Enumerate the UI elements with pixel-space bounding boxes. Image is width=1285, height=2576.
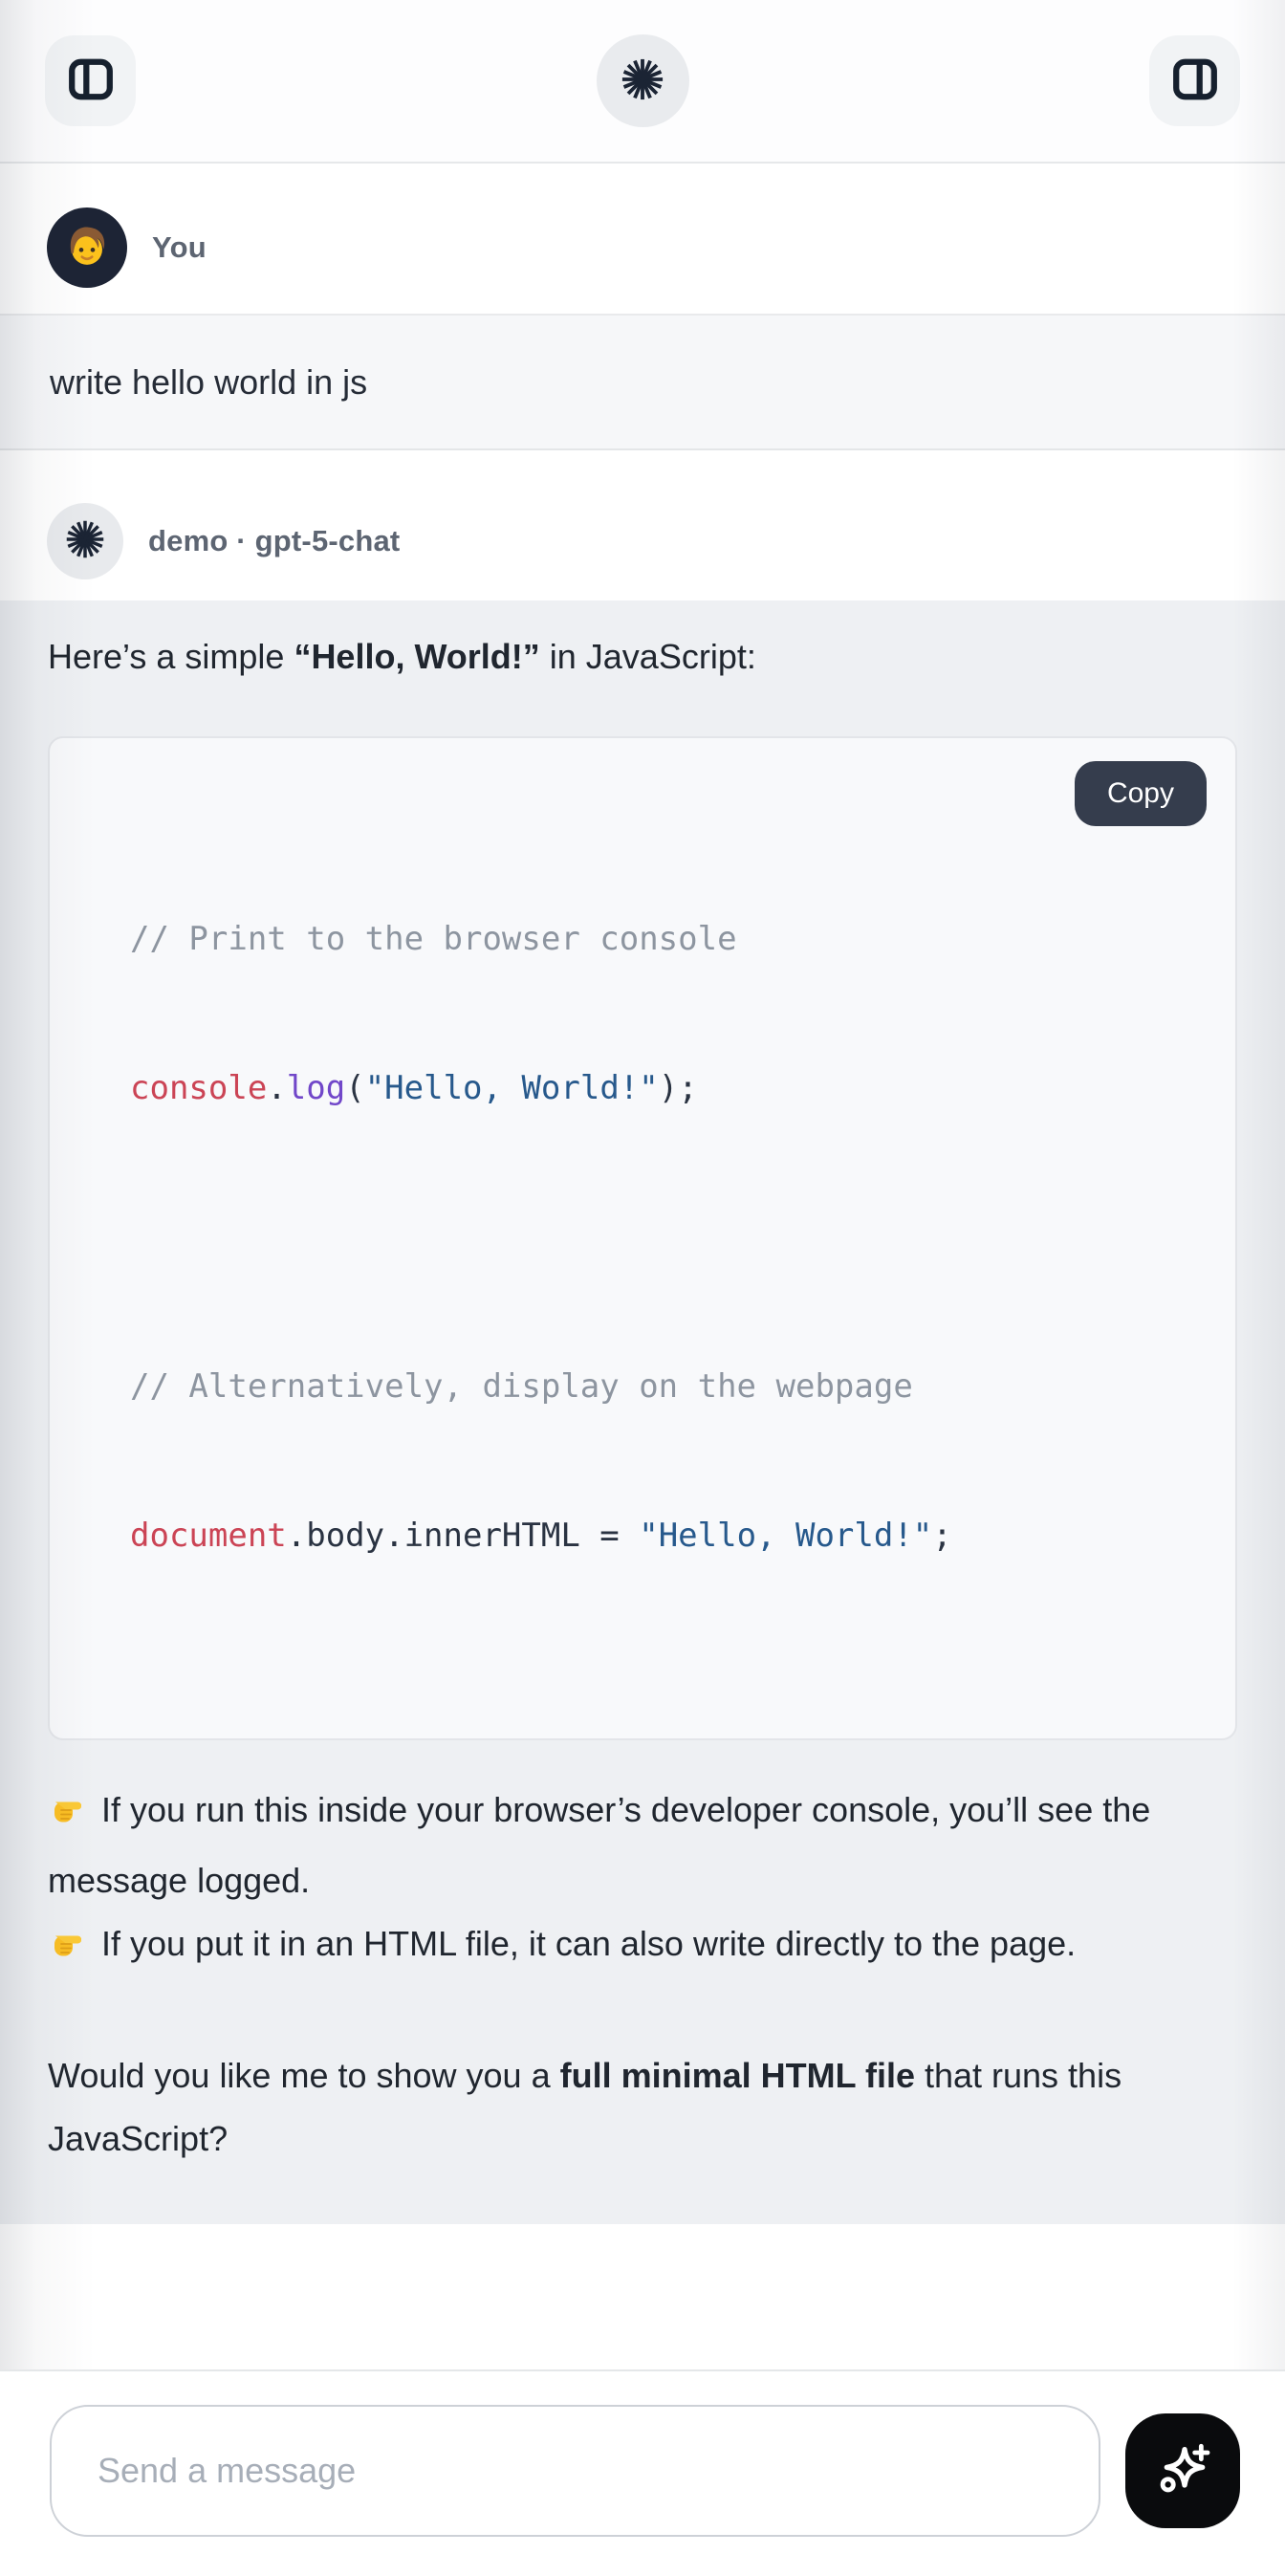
code-token: "Hello, World!" xyxy=(639,1517,932,1555)
followup-bold-text: full minimal HTML file xyxy=(560,2056,915,2095)
assistant-intro-paragraph: Here’s a simple “Hello, World!” in JavaS… xyxy=(48,635,1237,679)
starburst-icon xyxy=(65,519,105,564)
assistant-message: Here’s a simple “Hello, World!” in JavaS… xyxy=(0,600,1285,2224)
code-token: "Hello, World!" xyxy=(365,1069,659,1107)
code-line: // Alternatively, display on the webpage xyxy=(130,1362,1197,1411)
code-token: document xyxy=(130,1517,287,1555)
pointing-right-icon xyxy=(48,1786,90,1849)
code-token: // Print to the browser console xyxy=(130,920,737,958)
assistant-notes: If you run this inside your browser’s de… xyxy=(48,1779,1237,1983)
note-text: If you run this inside your browser’s de… xyxy=(48,1790,1150,1900)
user-avatar xyxy=(47,207,127,288)
code-token: // Alternatively, display on the webpage xyxy=(130,1367,913,1406)
intro-bold-text: “Hello, World!” xyxy=(294,637,539,676)
code-token: ; xyxy=(932,1517,951,1555)
code-content: // Print to the browser console console.… xyxy=(130,815,1197,1660)
top-bar xyxy=(0,0,1285,164)
send-button[interactable] xyxy=(1125,2413,1240,2528)
chat-screen: You write hello world in js xyxy=(0,0,1285,2576)
code-token: ); xyxy=(659,1069,698,1107)
code-line: console.log("Hello, World!"); xyxy=(130,1063,1197,1113)
code-token: ( xyxy=(345,1069,364,1107)
note-line: If you run this inside your browser’s de… xyxy=(48,1779,1237,1912)
toggle-right-panel-button[interactable] xyxy=(1149,35,1240,126)
code-token: . xyxy=(267,1069,286,1107)
note-line: If you put it in an HTML file, it can al… xyxy=(48,1912,1237,1983)
code-line-blank xyxy=(130,1212,1197,1262)
intro-text: in JavaScript: xyxy=(540,637,756,676)
composer-bar xyxy=(0,2369,1285,2576)
assistant-sender-row: demo · gpt-5-chat xyxy=(0,450,1285,600)
assistant-sender-label: demo · gpt-5-chat xyxy=(148,524,400,558)
code-token: .body.innerHTML = xyxy=(287,1517,639,1555)
panel-right-icon xyxy=(1171,55,1219,106)
assistant-followup-paragraph: Would you like me to show you a full min… xyxy=(48,2044,1237,2171)
code-block: Copy // Print to the browser console con… xyxy=(48,736,1237,1740)
code-line: document.body.innerHTML = "Hello, World!… xyxy=(130,1511,1197,1561)
assistant-avatar xyxy=(47,503,123,579)
starburst-icon xyxy=(621,57,664,104)
person-emoji-icon xyxy=(57,216,117,280)
note-text: If you put it in an HTML file, it can al… xyxy=(101,1924,1076,1963)
user-message-text: write hello world in js xyxy=(50,362,367,403)
code-token: console xyxy=(130,1069,267,1107)
panel-left-icon xyxy=(67,55,115,106)
user-sender-label: You xyxy=(152,230,207,265)
followup-text: Would you like me to show you a xyxy=(48,2056,560,2095)
code-token: log xyxy=(287,1069,345,1107)
toggle-left-panel-button[interactable] xyxy=(45,35,136,126)
message-input[interactable] xyxy=(50,2405,1100,2537)
copy-code-button[interactable]: Copy xyxy=(1075,761,1207,826)
pointing-right-icon xyxy=(48,1920,90,1983)
model-badge-button[interactable] xyxy=(597,34,689,127)
user-sender-row: You xyxy=(0,164,1285,314)
user-message: write hello world in js xyxy=(0,314,1285,450)
intro-text: Here’s a simple xyxy=(48,637,294,676)
sparkle-icon xyxy=(1152,2439,1213,2503)
code-line: // Print to the browser console xyxy=(130,914,1197,964)
